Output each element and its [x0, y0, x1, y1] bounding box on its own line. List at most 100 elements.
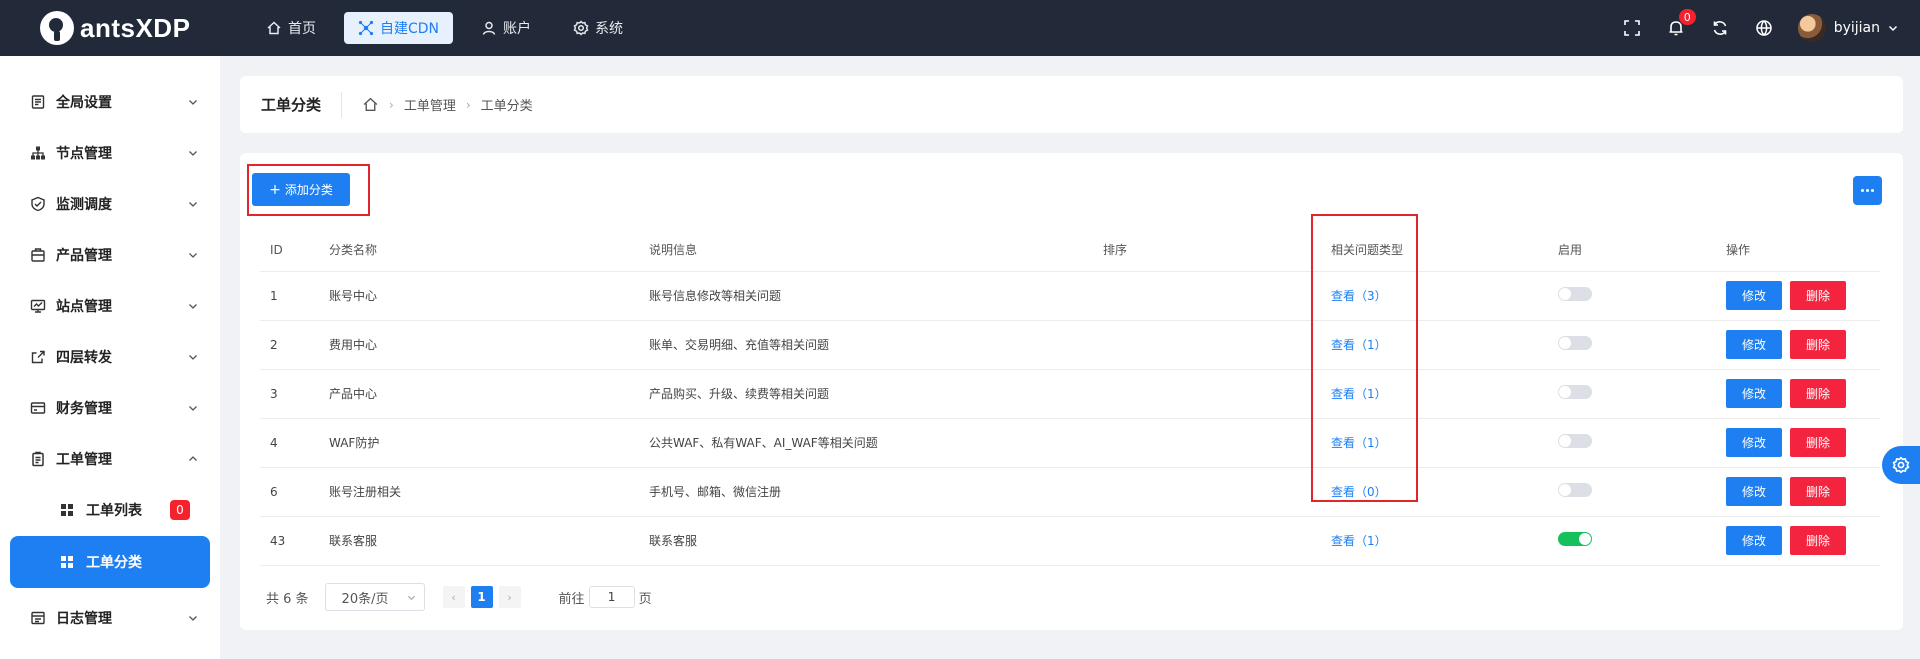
- cell-desc: 手机号、邮箱、微信注册: [639, 467, 1093, 517]
- next-page-button[interactable]: ›: [498, 586, 521, 608]
- gear-icon: [1892, 456, 1910, 474]
- cell-sort: [1093, 369, 1321, 419]
- page-size-select[interactable]: 20条/页: [324, 583, 425, 611]
- category-table: ID 分类名称 说明信息 排序 相关问题类型 启用 操作 1 账号中心 账号信息…: [260, 229, 1880, 566]
- sidebar-subitem-label: 工单列表: [86, 503, 142, 519]
- sidebar-subitem-label: 工单分类: [86, 555, 142, 571]
- edit-button[interactable]: 修改: [1726, 330, 1782, 359]
- sidebar-subitem-ticket-category[interactable]: 工单分类: [10, 536, 210, 588]
- breadcrumb-item-current: 工单分类: [480, 99, 533, 114]
- breadcrumb: › 工单管理 › 工单分类: [362, 95, 533, 114]
- cell-name: 产品中心: [319, 369, 639, 419]
- user-icon: [482, 21, 496, 35]
- plus-icon: +: [269, 181, 281, 198]
- nav-self-cdn-label: 自建CDN: [380, 21, 440, 37]
- sidebar-item-label: 四层转发: [56, 349, 112, 366]
- nav-home-label: 首页: [288, 21, 316, 37]
- col-header-actions: 操作: [1716, 229, 1880, 272]
- delete-button[interactable]: 删除: [1790, 428, 1846, 457]
- cell-sort: [1093, 271, 1321, 321]
- floating-settings-button[interactable]: [1882, 446, 1920, 484]
- view-related-link[interactable]: 查看（3）: [1331, 289, 1387, 303]
- sidebar-item-global-settings[interactable]: 全局设置: [0, 76, 220, 127]
- edit-button[interactable]: 修改: [1726, 526, 1782, 555]
- nav-system-label: 系统: [595, 21, 624, 37]
- cell-desc: 账单、交易明细、充值等相关问题: [639, 320, 1093, 370]
- cell-id: 1: [260, 271, 319, 321]
- edit-button[interactable]: 修改: [1726, 379, 1782, 408]
- col-header-name: 分类名称: [319, 229, 639, 272]
- ant-logo-icon: [40, 11, 74, 45]
- hierarchy-icon: [31, 146, 45, 159]
- sidebar-item-ticket-management[interactable]: 工单管理: [0, 433, 220, 484]
- refresh-button[interactable]: [1698, 0, 1742, 56]
- breadcrumb-separator-icon: ›: [389, 97, 394, 112]
- box-icon: [31, 247, 45, 262]
- breadcrumb-item[interactable]: 工单管理: [404, 95, 456, 114]
- page-header: 工单分类 › 工单管理 › 工单分类: [240, 76, 1903, 133]
- delete-button[interactable]: 删除: [1790, 281, 1846, 310]
- cell-sort: [1093, 418, 1321, 468]
- sidebar-item-log-management[interactable]: 日志管理: [0, 588, 220, 648]
- edit-button[interactable]: 修改: [1726, 281, 1782, 310]
- table-row: 2 费用中心 账单、交易明细、充值等相关问题 查看（1） 修改 删除: [260, 320, 1880, 370]
- enable-toggle[interactable]: [1558, 385, 1592, 399]
- language-button[interactable]: [1742, 0, 1786, 56]
- goto-page-input[interactable]: [588, 586, 635, 608]
- view-related-link[interactable]: 查看（1）: [1331, 534, 1387, 548]
- prev-page-button[interactable]: ‹: [442, 586, 465, 608]
- chevron-down-icon: [189, 252, 197, 258]
- delete-button[interactable]: 删除: [1790, 477, 1846, 506]
- goto-suffix: 页: [638, 591, 652, 607]
- sidebar: 全局设置 节点管理 监测调度 产品管理 站点管理 四层转发 财务管理 工单管理: [0, 56, 220, 659]
- chevron-down-icon: [189, 150, 197, 156]
- nav-self-cdn[interactable]: 自建CDN: [344, 12, 454, 44]
- enable-toggle[interactable]: [1558, 336, 1592, 350]
- logo[interactable]: antsXDP: [0, 0, 220, 56]
- cell-name: 联系客服: [319, 516, 639, 566]
- notification-button[interactable]: 0: [1654, 0, 1698, 56]
- chevron-down-icon: [189, 616, 197, 621]
- edit-button[interactable]: 修改: [1726, 477, 1782, 506]
- top-nav: 首页 自建CDN 账户 系统: [252, 12, 637, 44]
- more-dot-icon: [1861, 189, 1864, 192]
- user-menu[interactable]: byijian: [1797, 14, 1898, 42]
- more-options-button[interactable]: [1853, 176, 1882, 205]
- more-dot-icon: [1866, 189, 1869, 192]
- cell-sort: [1093, 320, 1321, 370]
- add-category-button[interactable]: + 添加分类: [252, 173, 350, 206]
- enable-toggle[interactable]: [1558, 434, 1592, 448]
- nav-system[interactable]: 系统: [559, 12, 637, 44]
- nav-home[interactable]: 首页: [252, 12, 330, 44]
- view-related-link[interactable]: 查看（0）: [1331, 485, 1387, 499]
- delete-button[interactable]: 删除: [1790, 330, 1846, 359]
- sidebar-item-monitoring[interactable]: 监测调度: [0, 178, 220, 229]
- sidebar-item-layer4-forward[interactable]: 四层转发: [0, 331, 220, 382]
- view-related-link[interactable]: 查看（1）: [1331, 387, 1387, 401]
- home-icon[interactable]: [362, 96, 379, 113]
- sidebar-item-product-management[interactable]: 产品管理: [0, 229, 220, 280]
- enable-toggle[interactable]: [1558, 483, 1592, 497]
- sidebar-item-node-management[interactable]: 节点管理: [0, 127, 220, 178]
- enable-toggle[interactable]: [1558, 287, 1592, 301]
- grid-icon: [61, 556, 73, 568]
- fullscreen-button[interactable]: [1610, 0, 1654, 56]
- chevron-down-icon: [189, 354, 197, 360]
- nav-account[interactable]: 账户: [467, 12, 545, 44]
- sidebar-item-site-management[interactable]: 站点管理: [0, 280, 220, 331]
- network-icon: [358, 20, 374, 36]
- current-page[interactable]: 1: [470, 586, 493, 608]
- wallet-icon: [30, 401, 46, 414]
- sidebar-subitem-ticket-list[interactable]: 工单列表 0: [10, 484, 210, 536]
- edit-button[interactable]: 修改: [1726, 428, 1782, 457]
- delete-button[interactable]: 删除: [1790, 526, 1846, 555]
- view-related-link[interactable]: 查看（1）: [1331, 436, 1387, 450]
- settings-doc-icon: [31, 94, 45, 109]
- view-related-link[interactable]: 查看（1）: [1331, 338, 1387, 352]
- enable-toggle[interactable]: [1558, 532, 1592, 546]
- delete-button[interactable]: 删除: [1790, 379, 1846, 408]
- chevron-down-icon: [189, 201, 197, 207]
- sidebar-item-finance[interactable]: 财务管理: [0, 382, 220, 433]
- sidebar-item-label: 监测调度: [56, 196, 112, 213]
- chevron-down-icon: [1888, 25, 1898, 32]
